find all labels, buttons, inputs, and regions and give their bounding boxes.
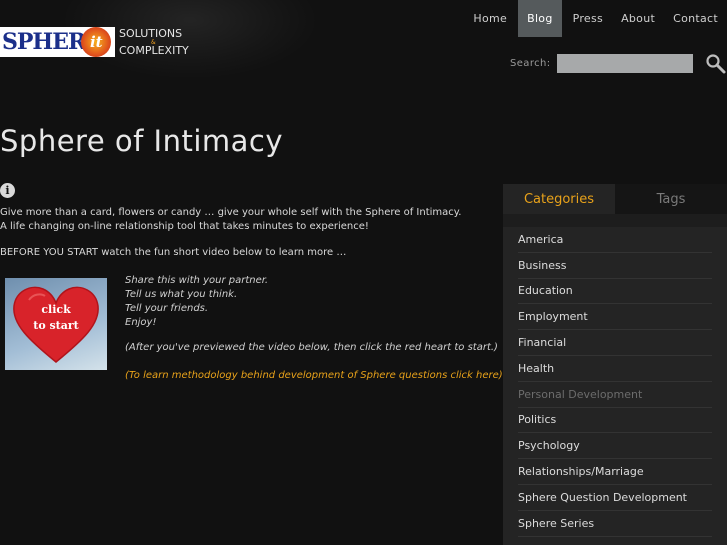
main-nav: Home Blog Press About Contact: [464, 0, 727, 37]
search-bar: Search:: [510, 54, 726, 74]
click-to-start-heart[interactable]: click to start: [5, 278, 107, 370]
nav-blog[interactable]: Blog: [518, 0, 562, 37]
category-item-employment[interactable]: Employment: [518, 304, 712, 331]
intro-line-2: A life changing on-line relationship too…: [0, 221, 369, 232]
search-icon[interactable]: [705, 53, 727, 75]
share-line: Tell us what you think.: [125, 289, 238, 300]
sidebar-tabs: Categories Tags: [503, 184, 727, 214]
preview-note: (After you've previewed the video below,…: [125, 342, 498, 353]
before-you-start-text: BEFORE YOU START watch the fun short vid…: [0, 247, 347, 258]
heart-label-line1: click: [41, 303, 71, 316]
info-icon: i: [0, 183, 15, 198]
category-list: America Business Education Employment Fi…: [503, 227, 727, 545]
category-item-politics[interactable]: Politics: [518, 408, 712, 434]
logo-main-text: SPHER: [2, 29, 86, 55]
logo-line2: COMPLEXITY: [119, 43, 189, 57]
intro-text: Give more than a card, flowers or candy …: [0, 206, 470, 234]
category-item-psychology[interactable]: Psychology: [518, 433, 712, 460]
category-item-business[interactable]: Business: [518, 253, 712, 279]
methodology-link[interactable]: (To learn methodology behind development…: [125, 370, 503, 381]
share-list: Share this with your partner. Tell us wh…: [125, 274, 268, 330]
nav-press[interactable]: Press: [564, 0, 612, 37]
heart-label: click to start: [5, 302, 107, 334]
logo-line1: SOLUTIONS: [119, 26, 183, 40]
logo-box: SPHER it: [0, 27, 115, 57]
share-line: Share this with your partner.: [125, 275, 269, 286]
share-line: Tell your friends.: [125, 303, 209, 314]
site-logo[interactable]: SPHER it SOLUTIONS & COMPLEXITY: [0, 26, 195, 58]
category-item-america[interactable]: America: [518, 227, 712, 253]
search-label: Search:: [510, 58, 551, 69]
category-item-sphere-series[interactable]: Sphere Series: [518, 511, 712, 537]
nav-contact[interactable]: Contact: [664, 0, 727, 37]
heart-label-line2: to start: [33, 319, 79, 332]
category-item-education[interactable]: Education: [518, 279, 712, 305]
category-item-personal-development[interactable]: Personal Development: [518, 382, 712, 408]
share-line: Enjoy!: [125, 317, 157, 328]
category-item-relationships-marriage[interactable]: Relationships/Marriage: [518, 459, 712, 485]
intro-line-1: Give more than a card, flowers or candy …: [0, 207, 462, 218]
sidebar: Categories Tags America Business Educati…: [503, 184, 727, 545]
logo-tagline: SOLUTIONS & COMPLEXITY: [119, 26, 189, 57]
search-input[interactable]: [556, 54, 693, 73]
category-item-sphere-question-development[interactable]: Sphere Question Development: [518, 485, 712, 511]
tab-tags[interactable]: Tags: [615, 184, 727, 214]
nav-about[interactable]: About: [612, 0, 664, 37]
logo-it-badge: it: [81, 27, 112, 57]
tab-categories[interactable]: Categories: [503, 184, 615, 214]
category-item-financial[interactable]: Financial: [518, 330, 712, 356]
page-title: Sphere of Intimacy: [0, 124, 284, 158]
nav-home[interactable]: Home: [464, 0, 516, 37]
category-item-health[interactable]: Health: [518, 356, 712, 382]
